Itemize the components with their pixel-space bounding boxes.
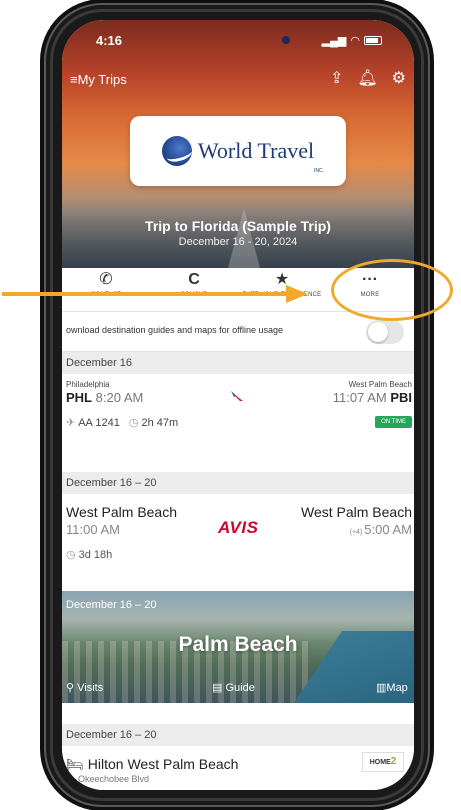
bed-icon: 🛏︎: [66, 756, 84, 772]
hotel-name-label: Hilton West Palm Beach: [87, 756, 239, 772]
signal-icon: ▂▄▆: [321, 35, 347, 47]
car-dropoff-time-wrap: (+4) 5:00 AM: [350, 522, 412, 537]
offline-toggle[interactable]: [366, 320, 404, 344]
flight-date-header: December 16: [62, 352, 414, 374]
guide-label: Guide: [225, 682, 255, 694]
hotel-logo-number: 2: [390, 756, 397, 767]
hotel-address: Okeechobee Blvd: [78, 774, 150, 784]
car-dropoff-time: 5:00 AM: [364, 522, 412, 537]
guide-button[interactable]: ▤ Guide: [212, 681, 255, 694]
trip-dates: December 16 - 20, 2024: [178, 236, 298, 248]
hotel-logo-text: HOME: [369, 759, 391, 766]
car-dropoff-offset: (+4): [349, 529, 363, 536]
hotel-name: 🛏︎ Hilton West Palm Beach: [66, 756, 238, 773]
car-rental-card[interactable]: West Palm Beach 11:00 AM AVIS West Palm …: [62, 494, 414, 582]
offline-download-text: ownload destination guides and maps for …: [66, 325, 283, 335]
clock-icon: ◷: [128, 417, 139, 429]
gear-icon[interactable]: ⚙: [392, 68, 406, 88]
visits-label: Visits: [77, 682, 104, 694]
trip-title: Trip to Florida (Sample Trip): [145, 218, 331, 234]
map-button[interactable]: ▥Map: [376, 681, 408, 694]
hotel-card[interactable]: 🛏︎ Hilton West Palm Beach Okeechobee Blvd…: [62, 746, 414, 790]
airline-logo-icon: [231, 391, 243, 401]
menu-icon: ≡: [70, 72, 78, 87]
car-duration-value: 3d 18h: [78, 549, 113, 561]
plane-icon: ✈: [66, 417, 76, 429]
app-stage: 4:16 ▂▄▆ ◠ ≡My Trips ⇪ 🔔︎ ⚙ World Travel…: [0, 0, 461, 810]
flight-destination-code: PBI: [390, 390, 412, 405]
globe-icon: [161, 136, 192, 166]
status-badge: ON TIME: [375, 416, 412, 428]
top-bar: ≡My Trips ⇪ 🔔︎ ⚙: [62, 68, 414, 92]
annotation-circle: [331, 259, 453, 321]
destination-name: Palm Beach: [178, 633, 298, 656]
car-pickup-city: West Palm Beach: [66, 504, 178, 520]
flight-destination: 11:07 AM PBI: [333, 390, 412, 405]
map-label: Map: [386, 682, 408, 694]
flight-number: AA 1241: [78, 417, 120, 429]
top-actions: ⇪ 🔔︎ ⚙: [330, 68, 406, 88]
trip-hero: 4:16 ▂▄▆ ◠ ≡My Trips ⇪ 🔔︎ ⚙ World Travel…: [62, 20, 414, 268]
logo-text: World Travel: [197, 138, 315, 163]
destination-date: December 16 – 20: [66, 599, 157, 611]
offline-download-row: ownload destination guides and maps for …: [62, 312, 414, 352]
guide-icon: ▤: [212, 682, 226, 694]
map-icon: ▥: [376, 682, 387, 694]
car-duration: ◷ 3d 18h: [66, 548, 112, 561]
visits-icon: ⚲: [66, 682, 78, 694]
flight-card[interactable]: Philadelphia PHL 8:20 AM West Palm Beach…: [62, 374, 414, 444]
car-date-header: December 16 – 20: [62, 472, 414, 494]
annotation-arrow: [2, 285, 308, 303]
flight-origin-code: PHL: [66, 390, 92, 405]
phone-screen: 4:16 ▂▄▆ ◠ ≡My Trips ⇪ 🔔︎ ⚙ World Travel…: [62, 20, 414, 790]
agency-logo: World Travel INC.: [130, 116, 346, 186]
flight-arrival-time: 11:07 AM: [332, 390, 387, 405]
destination-card[interactable]: December 16 – 20 Palm Beach ⚲ Visits ▤ G…: [62, 591, 414, 703]
my-trips-link[interactable]: ≡My Trips: [70, 72, 127, 87]
flight-departure-time: 8:20 AM: [95, 390, 144, 405]
wifi-icon: ◠: [350, 35, 360, 47]
destination-actions: ⚲ Visits ▤ Guide ▥Map: [62, 681, 414, 701]
flight-origin-city: Philadelphia: [66, 380, 110, 389]
flight-meta: ✈ AA 1241 ◷ 2h 47m: [66, 416, 178, 429]
flight-duration: 2h 47m: [141, 417, 179, 429]
flight-destination-city: West Palm Beach: [348, 380, 412, 389]
hotel-date-header: December 16 – 20: [62, 724, 414, 746]
front-camera: [282, 36, 290, 44]
hotel-brand-logo: HOME2: [362, 752, 404, 772]
car-dropoff-city: West Palm Beach: [300, 504, 412, 520]
status-icons: ▂▄▆ ◠: [322, 34, 382, 47]
avis-logo: AVIS: [218, 518, 259, 537]
visits-button[interactable]: ⚲ Visits: [66, 681, 103, 694]
car-pickup-time: 11:00 AM: [66, 522, 120, 537]
battery-icon: [364, 36, 382, 45]
share-icon[interactable]: ⇪: [330, 68, 343, 88]
my-trips-label: My Trips: [77, 72, 127, 87]
status-bar: 4:16 ▂▄▆ ◠: [62, 20, 414, 60]
bell-icon[interactable]: 🔔︎: [357, 68, 377, 88]
clock-icon: ◷: [66, 549, 76, 561]
flight-origin: PHL 8:20 AM: [66, 390, 143, 405]
status-time: 4:16: [96, 33, 123, 48]
logo-inc: INC.: [314, 168, 324, 174]
